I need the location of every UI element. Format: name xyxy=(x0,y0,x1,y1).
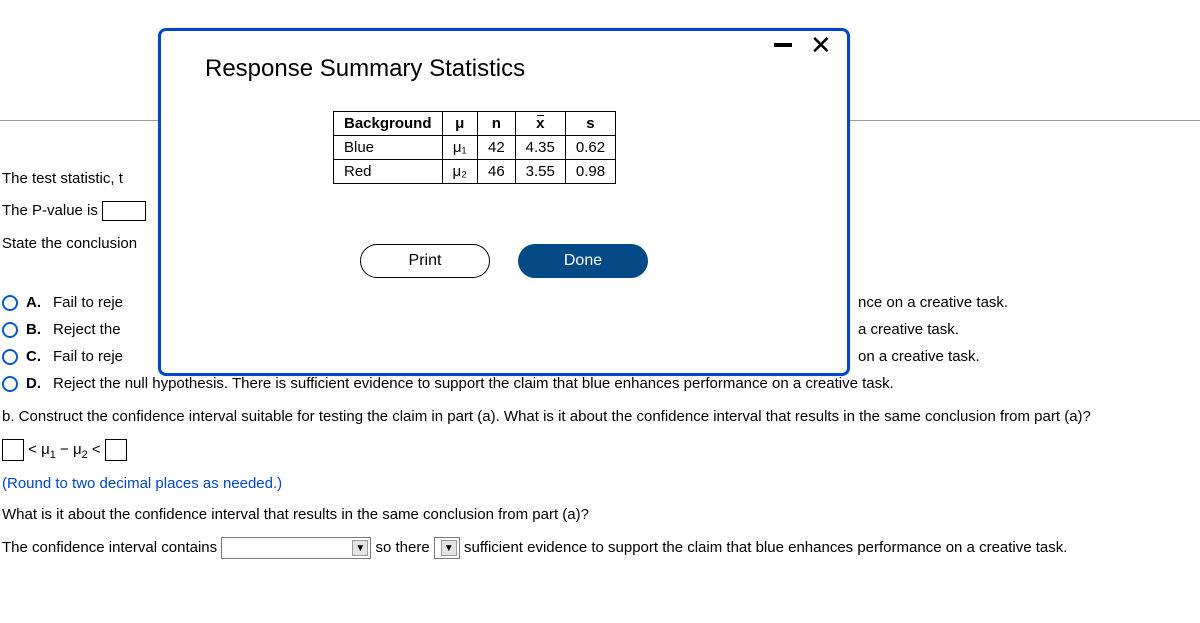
cell-n: 42 xyxy=(477,136,515,160)
final-suffix: sufficient evidence to support the claim… xyxy=(464,539,1067,556)
ci-sub1: 1 xyxy=(50,449,56,461)
cell-mu: μ₁ xyxy=(442,136,477,160)
minimize-icon[interactable] xyxy=(774,43,792,47)
option-b-label: B. xyxy=(26,321,41,338)
contains-dropdown[interactable]: ▼ xyxy=(221,537,371,559)
ci-minus: − μ xyxy=(60,441,82,458)
table-row: Red μ₂ 46 3.55 0.98 xyxy=(334,160,616,184)
option-d-row[interactable]: D. Reject the null hypothesis. There is … xyxy=(0,375,1200,392)
cell-xbar: 4.35 xyxy=(515,136,565,160)
ci-lower-input[interactable] xyxy=(2,439,24,461)
cell-n: 46 xyxy=(477,160,515,184)
ci-expression: < μ1 − μ2 < xyxy=(0,439,1200,461)
final-sentence: The confidence interval contains ▼ so th… xyxy=(0,537,1200,559)
close-icon[interactable]: ✕ xyxy=(810,36,832,54)
table-row: Blue μ₁ 42 4.35 0.62 xyxy=(334,136,616,160)
final-prefix: The confidence interval contains xyxy=(2,539,217,556)
cell-xbar: 3.55 xyxy=(515,160,565,184)
test-statistic-label: The test statistic, t xyxy=(2,170,123,187)
col-mu: μ xyxy=(442,112,477,136)
ci-upper-input[interactable] xyxy=(105,439,127,461)
chevron-down-icon: ▼ xyxy=(441,540,457,556)
option-c-label: C. xyxy=(26,348,41,365)
chevron-down-icon: ▼ xyxy=(352,540,368,556)
modal-window-controls: ✕ xyxy=(774,36,832,54)
summary-statistics-modal: Response Summary Statistics Background μ… xyxy=(158,28,850,376)
option-a-text-left: Fail to reje xyxy=(53,294,123,311)
round-note: (Round to two decimal places as needed.) xyxy=(0,475,1200,492)
cell-bg: Blue xyxy=(334,136,443,160)
radio-b[interactable] xyxy=(2,322,18,338)
cell-bg: Red xyxy=(334,160,443,184)
option-a-label: A. xyxy=(26,294,41,311)
done-button[interactable]: Done xyxy=(518,244,648,278)
p-value-label: The P-value is xyxy=(2,202,98,219)
option-c-text-left: Fail to reje xyxy=(53,348,123,365)
table-header-row: Background μ n x s xyxy=(334,112,616,136)
cell-s: 0.62 xyxy=(565,136,615,160)
part-b-prompt: b. Construct the confidence interval sui… xyxy=(0,408,1200,425)
p-value-input[interactable] xyxy=(102,201,146,221)
col-xbar: x xyxy=(515,112,565,136)
ci-lt2: < xyxy=(92,441,101,458)
col-s: s xyxy=(565,112,615,136)
col-background: Background xyxy=(334,112,443,136)
option-a-text-right: nce on a creative task. xyxy=(858,294,1008,311)
ci-lt1: < μ xyxy=(28,441,50,458)
radio-a[interactable] xyxy=(2,295,18,311)
option-d-text: Reject the null hypothesis. There is suf… xyxy=(53,375,894,392)
statistics-table: Background μ n x s Blue μ₁ 42 4.35 0.62 … xyxy=(333,111,616,184)
is-isnot-dropdown[interactable]: ▼ xyxy=(434,537,460,559)
modal-button-row: Print Done xyxy=(161,244,847,278)
option-b-text-right: a creative task. xyxy=(858,321,959,338)
ci-sub2: 2 xyxy=(82,449,88,461)
cell-mu: μ₂ xyxy=(442,160,477,184)
cell-s: 0.98 xyxy=(565,160,615,184)
col-n: n xyxy=(477,112,515,136)
radio-c[interactable] xyxy=(2,349,18,365)
print-button[interactable]: Print xyxy=(360,244,490,278)
radio-d[interactable] xyxy=(2,376,18,392)
modal-title: Response Summary Statistics xyxy=(161,31,847,93)
option-c-text-right: on a creative task. xyxy=(858,348,980,365)
option-d-label: D. xyxy=(26,375,41,392)
repeat-question: What is it about the confidence interval… xyxy=(0,506,1200,523)
final-mid: so there xyxy=(375,539,429,556)
option-b-text-left: Reject the xyxy=(53,321,121,338)
